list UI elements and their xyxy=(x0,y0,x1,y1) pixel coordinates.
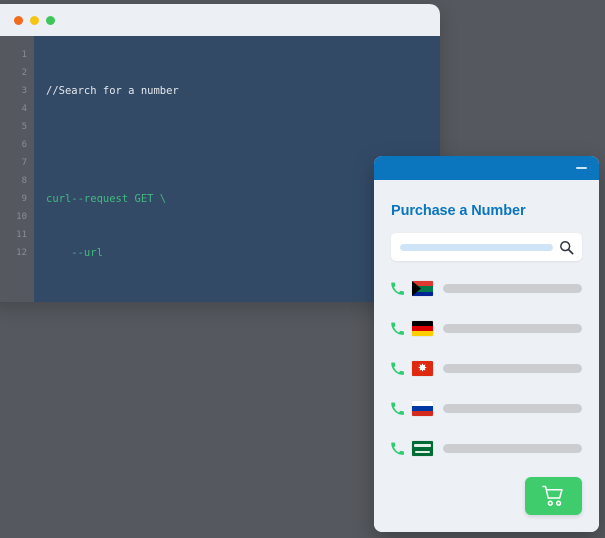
line-number: 1 xyxy=(0,46,27,64)
line-number: 2 xyxy=(0,64,27,82)
search-icon[interactable] xyxy=(559,240,574,255)
list-item-label-placeholder xyxy=(443,404,582,413)
purchase-number-widget: Purchase a Number xyxy=(374,156,599,532)
flag-germany-icon xyxy=(412,321,433,336)
code-line: //Search for a number xyxy=(46,82,440,100)
widget-header-bar xyxy=(374,156,599,180)
code-window-titlebar xyxy=(0,4,440,36)
list-item-label-placeholder xyxy=(443,364,582,373)
list-item[interactable] xyxy=(391,317,582,340)
flag-hong-kong-icon: ✸ xyxy=(412,361,433,376)
search-placeholder-bar xyxy=(400,244,553,251)
line-number: 10 xyxy=(0,208,27,226)
search-input[interactable] xyxy=(391,233,582,261)
list-item-label-placeholder xyxy=(443,324,582,333)
widget-body: Purchase a Number xyxy=(374,180,599,532)
list-item[interactable] xyxy=(391,277,582,300)
phone-icon xyxy=(391,402,405,415)
line-number: 6 xyxy=(0,136,27,154)
line-number: 5 xyxy=(0,118,27,136)
line-number: 11 xyxy=(0,226,27,244)
line-number: 9 xyxy=(0,190,27,208)
phone-icon xyxy=(391,282,405,295)
line-number: 7 xyxy=(0,154,27,172)
list-item-label-placeholder xyxy=(443,444,582,453)
phone-icon xyxy=(391,322,405,335)
flag-russia-icon xyxy=(412,401,433,416)
minimize-dot-icon[interactable] xyxy=(30,16,39,25)
flag-saudi-arabia-icon xyxy=(412,441,433,456)
code-line xyxy=(46,136,440,154)
phone-icon xyxy=(391,362,405,375)
flag-south-africa-icon xyxy=(412,281,433,296)
shopping-cart-icon xyxy=(542,485,566,507)
page-title: Purchase a Number xyxy=(391,203,582,219)
line-number: 4 xyxy=(0,100,27,118)
line-number: 8 xyxy=(0,172,27,190)
line-number: 12 xyxy=(0,244,27,262)
close-dot-icon[interactable] xyxy=(14,16,23,25)
phone-icon xyxy=(391,442,405,455)
list-item[interactable] xyxy=(391,437,582,460)
maximize-dot-icon[interactable] xyxy=(46,16,55,25)
list-item[interactable] xyxy=(391,397,582,420)
list-item[interactable]: ✸ xyxy=(391,357,582,380)
line-number-gutter: 1 2 3 4 5 6 7 8 9 10 11 12 xyxy=(0,36,34,302)
line-number: 3 xyxy=(0,82,27,100)
list-item-label-placeholder xyxy=(443,284,582,293)
add-to-cart-button[interactable] xyxy=(525,477,582,515)
minimize-icon[interactable] xyxy=(576,167,587,169)
